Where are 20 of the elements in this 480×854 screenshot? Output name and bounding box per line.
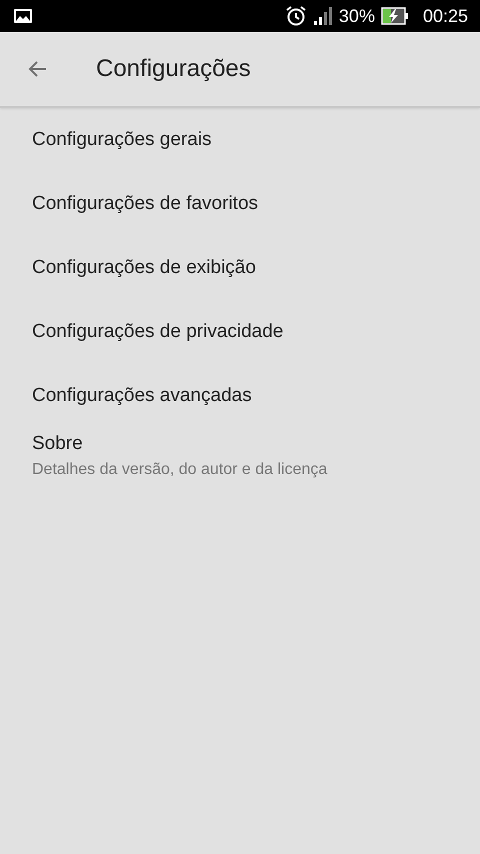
clock: 00:25 xyxy=(422,6,468,26)
item-title: Sobre xyxy=(32,433,84,455)
item-summary: Detalhes da versão, do autor e da licença xyxy=(32,461,328,479)
image-icon xyxy=(14,9,32,23)
item-title: Configurações de favoritos xyxy=(32,193,260,215)
settings-item[interactable]: Configurações gerais xyxy=(0,108,480,172)
settings-item[interactable]: Configurações de favoritos xyxy=(0,172,480,236)
settings-item[interactable]: Configurações de exibição xyxy=(0,236,480,300)
settings-item[interactable]: Sobre Detalhes da versão, do autor e da licença xyxy=(0,428,480,508)
item-title: Configurações de privacidade xyxy=(32,321,284,343)
screen-title: Configurações xyxy=(96,55,251,83)
item-title: Configurações avançadas xyxy=(32,385,253,407)
item-title: Configurações de exibição xyxy=(32,257,257,279)
signal-icon xyxy=(312,7,333,25)
battery-percentage: 30% xyxy=(338,6,375,26)
battery-charging-icon xyxy=(380,7,409,25)
settings-item[interactable]: Configurações avançadas xyxy=(0,364,480,428)
settings-item[interactable]: Configurações de privacidade xyxy=(0,300,480,364)
alarm-clock-icon xyxy=(284,5,307,27)
item-title: Configurações gerais xyxy=(32,129,213,151)
